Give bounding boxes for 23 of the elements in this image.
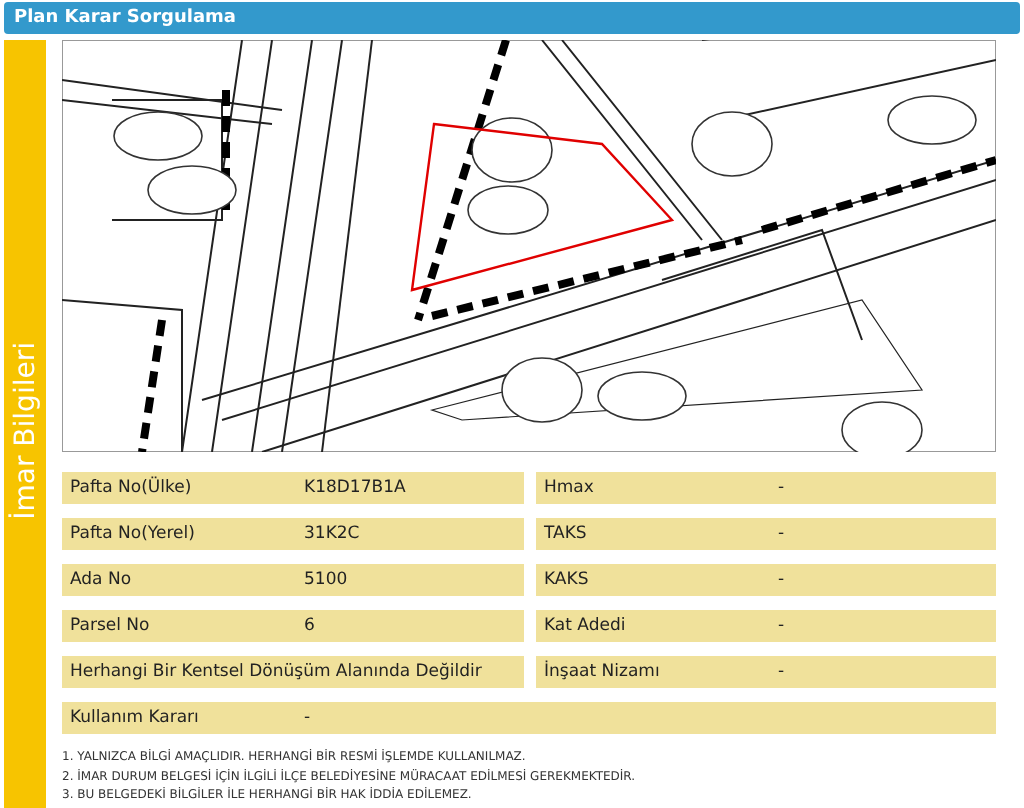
field-value: - <box>778 570 785 590</box>
field-label: Kullanım Kararı <box>70 708 201 728</box>
header-title: Plan Karar Sorgulama <box>14 8 236 28</box>
field-value: - <box>778 478 785 498</box>
field-value: 5100 <box>304 570 348 590</box>
field-value: 31K2C <box>304 524 360 544</box>
field-label: Pafta No(Yerel) <box>70 524 197 544</box>
field-value: 6 <box>304 616 315 636</box>
field-value: - <box>778 616 785 636</box>
field-label: İnşaat Nizamı <box>544 662 662 682</box>
field-label: Pafta No(Ülke) <box>70 478 194 498</box>
field-label: KAKS <box>544 570 591 590</box>
field-label: Kat Adedi <box>544 616 628 636</box>
field-label: Parsel No <box>70 616 152 636</box>
field-value: - <box>778 524 785 544</box>
field-label: Hmax <box>544 478 596 498</box>
field-value: - <box>304 708 311 728</box>
side-tab[interactable]: İmar Bilgileri <box>4 40 46 808</box>
field-label: Ada No <box>70 570 134 590</box>
field-value: K18D17B1A <box>304 478 406 498</box>
field-label: Herhangi Bir Kentsel Dönüşüm Alanında Değildir <box>70 662 482 682</box>
field-value: - <box>778 662 785 682</box>
field-label: TAKS <box>544 524 589 544</box>
